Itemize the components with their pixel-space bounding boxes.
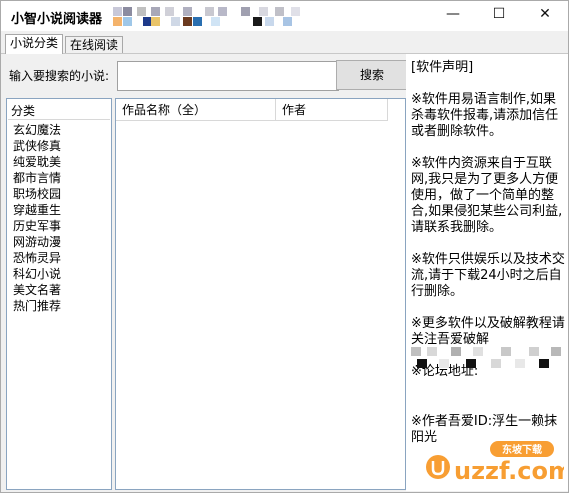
watermark-badge: 东坡下载 xyxy=(502,443,542,456)
watermark-logo: 东坡下载 uzzf.com xyxy=(426,441,568,485)
category-item[interactable]: 科幻小说 xyxy=(13,266,61,282)
category-item[interactable]: 美文名著 xyxy=(13,282,61,298)
category-item[interactable]: 历史军事 xyxy=(13,218,61,234)
column-header-title[interactable]: 作品名称（全） xyxy=(116,99,276,121)
search-button[interactable]: 搜索 xyxy=(336,60,408,90)
notice-paragraph: ※软件内资源来自于互联网,我只是为了更多人方便使用，做了一个简单的整合,如果侵犯… xyxy=(411,156,563,235)
notice-paragraph: ※软件用易语言制作,如果杀毒软件报毒,请添加信任或者删除软件。 xyxy=(411,92,559,139)
redacted-block xyxy=(411,343,568,373)
search-input[interactable] xyxy=(117,61,339,91)
title-bar[interactable]: 小智小说阅读器 — ☐ ✕ xyxy=(1,1,568,31)
category-item[interactable]: 纯爱耽美 xyxy=(13,154,61,170)
category-header: 分类 xyxy=(11,104,36,118)
category-item[interactable]: 都市言情 xyxy=(13,170,61,186)
category-item[interactable]: 热门推荐 xyxy=(13,298,61,314)
tab-online-reading[interactable]: 在线阅读 xyxy=(65,36,124,53)
novel-categories-panel: 输入要搜索的小说: 搜索 分类 玄幻魔法 武侠修真 纯爱耽美 都市言情 职场校园… xyxy=(3,54,408,491)
maximize-button[interactable]: ☐ xyxy=(476,1,522,27)
site-watermark: 东坡下载 uzzf.com xyxy=(424,439,568,489)
category-item[interactable]: 网游动漫 xyxy=(13,234,61,250)
category-items: 玄幻魔法 武侠修真 纯爱耽美 都市言情 职场校园 穿越重生 历史军事 网游动漫 … xyxy=(13,122,61,314)
redacted-block xyxy=(113,7,308,29)
column-header-author[interactable]: 作者 xyxy=(276,99,388,121)
notice-title: [软件声明] xyxy=(411,60,474,75)
software-notice-panel: [软件声明] ※软件用易语言制作,如果杀毒软件报毒,请添加信任或者删除软件。 ※… xyxy=(406,54,568,491)
category-item[interactable]: 玄幻魔法 xyxy=(13,122,61,138)
category-item[interactable]: 穿越重生 xyxy=(13,202,61,218)
tab-novel-categories[interactable]: 小说分类 xyxy=(5,34,64,54)
minimize-button[interactable]: — xyxy=(430,1,476,27)
category-list[interactable]: 分类 玄幻魔法 武侠修真 纯爱耽美 都市言情 职场校园 穿越重生 历史军事 网游… xyxy=(6,98,112,490)
notice-text: [软件声明] ※软件用易语言制作,如果杀毒软件报毒,请添加信任或者删除软件。 ※… xyxy=(411,60,565,462)
search-label: 输入要搜索的小说: xyxy=(9,69,110,83)
category-item[interactable]: 职场校园 xyxy=(13,186,61,202)
book-list-table[interactable]: 作品名称（全） 作者 xyxy=(115,98,406,490)
tab-bar: 小说分类 在线阅读 xyxy=(1,33,568,54)
category-item[interactable]: 武侠修真 xyxy=(13,138,61,154)
app-title: 小智小说阅读器 xyxy=(11,12,103,27)
notice-paragraph: ※软件只供娱乐以及技术交流,请于下载24小时之后自行删除。 xyxy=(411,252,565,299)
app-window: 小智小说阅读器 — ☐ ✕ 小说分类 在线阅读 输入要搜索的小说: 搜索 分类 … xyxy=(0,0,569,493)
watermark-text: uzzf.com xyxy=(454,457,564,485)
close-button[interactable]: ✕ xyxy=(522,1,568,27)
category-item[interactable]: 恐怖灵异 xyxy=(13,250,61,266)
divider xyxy=(8,119,110,120)
